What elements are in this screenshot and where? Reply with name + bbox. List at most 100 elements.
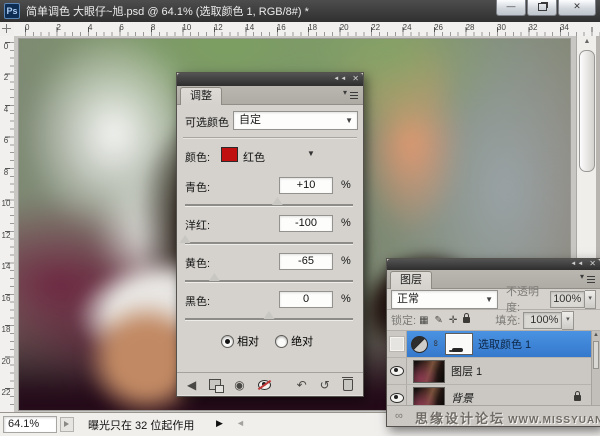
watermark: 思缘设计论坛 WWW.MISSYUAN.COM xyxy=(415,408,600,427)
back-arrow-icon[interactable]: ◀ xyxy=(187,379,196,391)
layer-mask-thumbnail[interactable] xyxy=(445,333,473,355)
black-slider-thumb[interactable] xyxy=(264,311,275,319)
layer-thumbnail[interactable] xyxy=(413,360,445,383)
ruler-number: 0 xyxy=(0,43,12,51)
close-panel-icon[interactable]: ✕ xyxy=(589,259,597,268)
minimize-button[interactable]: — xyxy=(496,0,526,16)
ruler-number: 4 xyxy=(0,106,12,114)
collapse-panel-icon[interactable]: ◄◄ xyxy=(333,76,347,82)
ruler-number: 2 xyxy=(56,23,60,32)
magenta-slider-track[interactable] xyxy=(185,242,353,244)
opacity-spinner-icon[interactable]: ▾ xyxy=(585,290,596,309)
yellow-slider-thumb[interactable] xyxy=(209,273,220,281)
layer-name[interactable]: 背景 xyxy=(451,390,473,406)
yellow-label: 黄色: xyxy=(185,255,210,271)
layers-scrollbar[interactable]: ▲ ▼ xyxy=(591,331,600,412)
ruler-number: 10 xyxy=(182,23,191,32)
zoom-level-field[interactable]: 64.1% xyxy=(3,416,57,433)
preset-dropdown[interactable]: 自定 ▼ xyxy=(233,111,358,130)
blend-mode-dropdown[interactable]: 正常 ▼ xyxy=(391,290,498,309)
vertical-scrollbar-thumb[interactable] xyxy=(579,50,595,172)
layer-name[interactable]: 图层 1 xyxy=(451,363,482,379)
ruler-number: 14 xyxy=(0,263,12,271)
ruler-origin-box[interactable] xyxy=(0,22,15,37)
scroll-up-icon[interactable]: ▲ xyxy=(592,332,600,338)
cyan-slider-track[interactable] xyxy=(185,204,353,206)
black-value-field[interactable]: 0 xyxy=(279,291,333,308)
color-label: 颜色: xyxy=(185,149,210,165)
method-radios: 相对 绝对 xyxy=(221,333,313,349)
radio-relative[interactable]: 相对 xyxy=(221,333,259,349)
radio-absolute[interactable]: 绝对 xyxy=(275,333,313,349)
cyan-slider-thumb[interactable] xyxy=(272,197,283,205)
layers-scrollbar-thumb[interactable] xyxy=(593,341,599,369)
mask-link-icon: ∞ xyxy=(431,340,441,348)
toggle-visibility-icon[interactable] xyxy=(258,380,271,390)
adjustment-layer-icon[interactable] xyxy=(411,336,428,353)
ruler-number: 22 xyxy=(0,389,12,397)
layers-footer: ∞ 思缘设计论坛 WWW.MISSYUAN.COM xyxy=(387,405,600,426)
restore-icon xyxy=(538,3,547,11)
color-swatch[interactable] xyxy=(221,147,238,162)
tab-adjustments[interactable]: 调整 xyxy=(180,87,222,105)
layer-row-selective-color[interactable]: ∞ 选取颜色 1 xyxy=(387,331,600,358)
status-menu-arrow-icon[interactable]: ▶ xyxy=(216,418,223,429)
reset-adjustment-icon[interactable]: ↺ xyxy=(320,379,330,391)
divider xyxy=(183,137,357,138)
ruler-number: 16 xyxy=(277,23,286,32)
layer-row-layer1[interactable]: 图层 1 xyxy=(387,358,600,385)
lock-transparency-icon[interactable]: ▦ xyxy=(419,315,428,326)
color-name[interactable]: 红色 xyxy=(243,149,265,165)
layers-tabs: 图层 xyxy=(387,270,600,289)
adjustments-tabs: 调整 xyxy=(177,86,363,105)
clip-to-layer-icon[interactable]: ◉ xyxy=(234,379,244,391)
restore-button[interactable] xyxy=(527,0,557,16)
magenta-value-field[interactable]: -100 xyxy=(279,215,333,232)
fill-field[interactable]: 100% xyxy=(523,312,562,329)
lock-paint-icon[interactable]: ✎ xyxy=(435,315,443,326)
color-dropdown-arrow-icon[interactable]: ▼ xyxy=(307,149,315,158)
panel-menu-icon[interactable] xyxy=(343,90,359,101)
lock-row: 锁定: ▦ ✎ ✛ 填充: 100% ▾ xyxy=(387,310,600,331)
fill-spinner-icon[interactable]: ▾ xyxy=(562,311,574,330)
yellow-value-field[interactable]: -65 xyxy=(279,253,333,270)
ruler-number: 18 xyxy=(0,326,12,334)
ruler-number: 18 xyxy=(308,23,317,32)
ruler-number: 6 xyxy=(0,137,12,145)
black-label: 黑色: xyxy=(185,293,210,309)
delete-adjustment-icon[interactable] xyxy=(343,379,353,391)
adjustments-panel-header[interactable]: ◄◄ ✕ xyxy=(177,73,363,86)
close-button[interactable]: ✕ xyxy=(558,0,596,16)
panel-menu-icon[interactable] xyxy=(580,274,596,285)
link-layers-icon[interactable]: ∞ xyxy=(395,410,403,422)
status-doc-icon xyxy=(60,417,74,432)
magenta-unit: % xyxy=(341,217,351,229)
layers-panel-header[interactable]: ◄◄ ✕ xyxy=(387,259,600,270)
close-panel-icon[interactable]: ✕ xyxy=(352,74,360,83)
black-slider-track[interactable] xyxy=(185,318,353,320)
visibility-toggle[interactable] xyxy=(387,331,407,357)
watermark-url: WWW.MISSYUAN.COM xyxy=(508,415,600,426)
opacity-field[interactable]: 100% xyxy=(550,291,585,308)
ruler-number: 8 xyxy=(151,23,155,32)
layer-name[interactable]: 选取颜色 1 xyxy=(478,336,531,352)
ruler-number: 20 xyxy=(0,358,12,366)
h-scrollbar-left-icon[interactable]: ◄ xyxy=(236,418,245,428)
tab-layers[interactable]: 图层 xyxy=(390,271,432,289)
view-previous-state-icon[interactable]: ↶ xyxy=(297,379,307,391)
fill-label: 填充: xyxy=(495,312,520,328)
lock-label: 锁定: xyxy=(391,312,416,328)
yellow-unit: % xyxy=(341,255,351,267)
ruler-number: 2 xyxy=(0,74,12,82)
magenta-label: 洋红: xyxy=(185,217,210,233)
scroll-up-icon[interactable]: ▲ xyxy=(577,38,597,45)
collapse-panel-icon[interactable]: ◄◄ xyxy=(570,261,584,267)
magenta-slider-thumb[interactable] xyxy=(180,235,191,243)
cyan-value-field[interactable]: +10 xyxy=(279,177,333,194)
switch-panel-view-icon[interactable] xyxy=(209,379,221,390)
visibility-toggle[interactable] xyxy=(387,358,407,384)
yellow-slider-track[interactable] xyxy=(185,280,353,282)
lock-all-icon[interactable] xyxy=(463,317,470,323)
adjustments-panel: ◄◄ ✕ 调整 可选颜色 自定 ▼ 颜色: 红色 ▼ 青色: +10 % xyxy=(176,72,364,397)
lock-move-icon[interactable]: ✛ xyxy=(449,315,457,326)
